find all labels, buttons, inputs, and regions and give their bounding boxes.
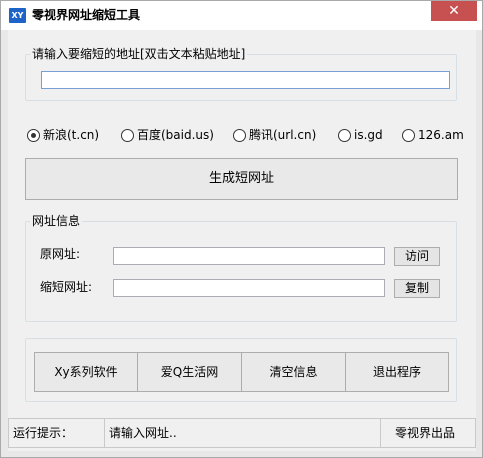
radio-unchecked-icon[interactable]	[121, 128, 134, 142]
close-icon: ✕	[448, 3, 460, 19]
service-option-isgd[interactable]: is.gd	[338, 127, 383, 143]
radio-checked-icon[interactable]	[27, 128, 40, 142]
window-title: 零视界网址缩短工具	[32, 8, 141, 22]
url-info-group	[25, 221, 457, 322]
radio-unchecked-icon[interactable]	[338, 128, 351, 142]
service-option-tencent[interactable]: 腾讯(url.cn)	[233, 127, 316, 143]
title-bar[interactable]: XY 零视界网址缩短工具 ✕	[1, 1, 482, 30]
service-option-baidu[interactable]: 百度(baid.us)	[121, 127, 214, 143]
status-label: 运行提示：	[8, 418, 105, 448]
app-window: XY 零视界网址缩短工具 ✕ 请输入要缩短的地址[双击文本粘贴地址] 新浪(t.…	[0, 0, 483, 458]
status-message: 请输入网址..	[104, 418, 381, 448]
status-credit: 零视界出品	[380, 418, 476, 448]
exit-button[interactable]: 退出程序	[345, 352, 449, 392]
aiq-life-button[interactable]: 爱Q生活网	[137, 352, 242, 392]
service-option-126am[interactable]: 126.am	[402, 127, 464, 143]
status-bar: 运行提示： 请输入网址.. 零视界出品	[8, 418, 476, 448]
visit-button[interactable]: 访问	[394, 247, 440, 266]
long-url-input[interactable]	[41, 71, 450, 89]
xy-software-button[interactable]: Xy系列软件	[34, 352, 138, 392]
clear-info-button[interactable]: 清空信息	[241, 352, 346, 392]
service-option-label: 新浪(t.cn)	[43, 128, 100, 142]
close-button[interactable]: ✕	[431, 1, 477, 21]
url-input-group-legend: 请输入要缩短的地址[双击文本粘贴地址]	[30, 46, 248, 62]
radio-unchecked-icon[interactable]	[402, 128, 415, 142]
original-url-field[interactable]	[113, 247, 385, 265]
service-option-label: 腾讯(url.cn)	[249, 128, 317, 142]
original-url-label: 原网址:	[40, 247, 81, 261]
copy-button[interactable]: 复制	[394, 279, 440, 298]
short-url-label: 缩短网址:	[40, 280, 93, 294]
client-area: 请输入要缩短的地址[双击文本粘贴地址] 新浪(t.cn) 百度(baid.us)…	[8, 30, 476, 451]
short-url-field[interactable]	[113, 279, 385, 297]
service-option-label: 百度(baid.us)	[137, 128, 214, 142]
app-logo-icon: XY	[9, 8, 26, 23]
generate-short-url-button[interactable]: 生成短网址	[25, 158, 458, 200]
radio-unchecked-icon[interactable]	[233, 128, 246, 142]
service-option-label: is.gd	[354, 128, 383, 142]
service-option-label: 126.am	[418, 128, 464, 142]
service-option-sina[interactable]: 新浪(t.cn)	[27, 127, 99, 143]
url-info-group-legend: 网址信息	[30, 213, 83, 229]
